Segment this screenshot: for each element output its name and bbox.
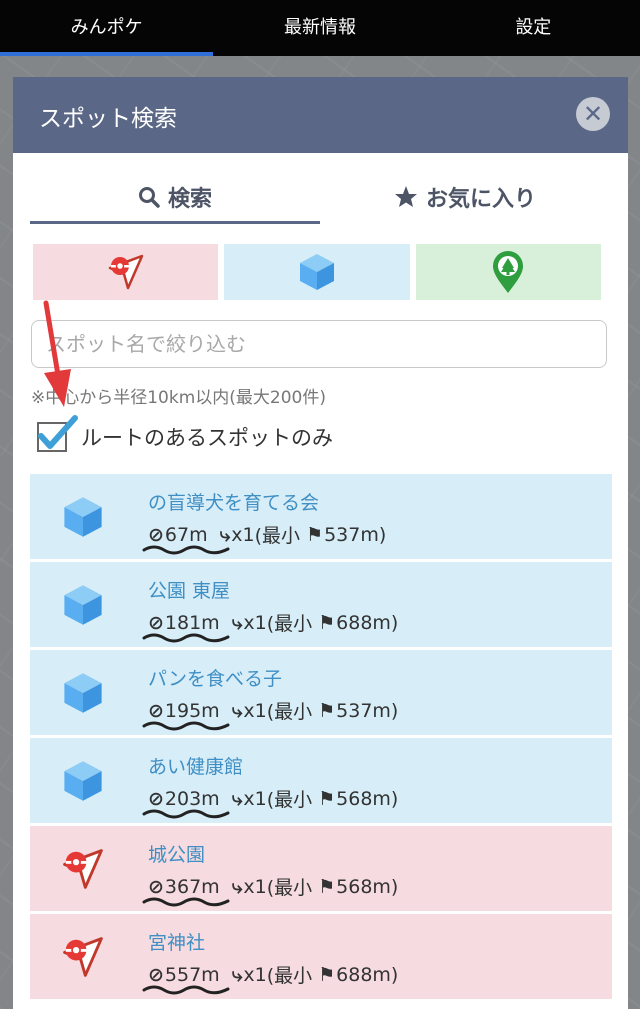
route-min-length: 568m): [336, 787, 399, 810]
spot-row[interactable]: の盲導犬を育てる会 ⊘ 67m ⤷ x1 (最小 ⚑ 537m): [30, 474, 612, 559]
gym-cube-icon: [299, 254, 334, 290]
redaction-scribble: [142, 985, 230, 995]
search-icon: [138, 187, 160, 208]
spot-results-list: の盲導犬を育てる会 ⊘ 67m ⤷ x1 (最小 ⚑ 537m) 公園 東屋 ⊘ 181m ⤷ x1 (最…: [30, 474, 612, 1002]
route-min-length: 688m): [336, 963, 399, 986]
route-min-prefix: (最小: [266, 789, 313, 811]
pokestop-icon: [63, 937, 103, 977]
spot-name[interactable]: 公園 東屋: [148, 576, 230, 603]
gym-cube-icon: [64, 497, 102, 537]
flag-icon: ⚑: [318, 963, 336, 986]
modal-header: スポット検索 ✕: [13, 77, 628, 153]
spot-row[interactable]: 城公園 ⊘ 367m ⤷ x1 (最小 ⚑ 568m): [30, 826, 612, 911]
nav-tab-news[interactable]: 最新情報: [213, 0, 426, 56]
spot-name[interactable]: パンを食べる子: [148, 664, 282, 691]
route-min-prefix: (最小: [266, 613, 313, 635]
gym-cube-icon: [64, 761, 102, 801]
gym-cube-icon: [64, 585, 102, 625]
route-min-prefix: (最小: [266, 877, 313, 899]
redaction-scribble: [142, 721, 230, 731]
type-filters: [33, 244, 601, 300]
route-min-length: 568m): [336, 875, 399, 898]
route-icon: ⤷: [231, 699, 243, 722]
route-count: x1: [243, 963, 267, 986]
route-min-length: 688m): [336, 611, 399, 634]
route-only-filter[interactable]: ルートのあるスポットのみ: [37, 415, 333, 452]
route-count: x1: [243, 875, 267, 898]
spot-name-search-input[interactable]: [31, 320, 607, 368]
route-icon: ⤷: [231, 611, 243, 634]
gym-cube-icon: [64, 673, 102, 713]
pokestop-icon: [108, 254, 143, 290]
redaction-scribble: [142, 897, 230, 907]
route-min-length: 537m): [324, 523, 387, 546]
route-min-length: 537m): [336, 699, 399, 722]
checkmark-icon: [38, 415, 78, 449]
tab-favorites[interactable]: お気に入り: [320, 173, 610, 221]
route-count: x1: [231, 523, 255, 546]
route-min-prefix: (最小: [266, 965, 313, 987]
spot-name[interactable]: 城公園: [148, 840, 205, 867]
flag-icon: ⚑: [318, 787, 336, 810]
route-icon: ⤷: [231, 787, 243, 810]
redaction-scribble: [142, 633, 230, 643]
nav-tab-settings[interactable]: 設定: [427, 0, 640, 56]
nav-tab-minpoke[interactable]: みんポケ: [0, 0, 214, 56]
tab-favorites-label: お気に入り: [425, 187, 536, 212]
search-radius-note: ※中心から半径10km以内(最大200件): [31, 388, 326, 408]
spot-row[interactable]: パンを食べる子 ⊘ 195m ⤷ x1 (最小 ⚑ 537m): [30, 650, 612, 735]
route-only-label: ルートのあるスポットのみ: [81, 426, 333, 450]
spot-name[interactable]: の盲導犬を育てる会: [148, 488, 319, 515]
modal-tabs: 検索 お気に入り: [30, 173, 610, 224]
modal-title: スポット検索: [39, 106, 177, 132]
route-min-prefix: (最小: [266, 701, 313, 723]
route-count: x1: [243, 699, 267, 722]
tab-search-label: 検索: [167, 187, 212, 212]
flag-icon: ⚑: [306, 523, 324, 546]
star-icon: [394, 186, 417, 207]
tab-search[interactable]: 検索: [30, 173, 320, 224]
filter-gym[interactable]: [224, 244, 410, 300]
route-count: x1: [243, 611, 267, 634]
park-pin-icon: [493, 251, 524, 293]
route-min-prefix: (最小: [254, 525, 301, 547]
flag-icon: ⚑: [318, 699, 336, 722]
route-only-checkbox[interactable]: [37, 415, 78, 452]
annotation-arrow: [43, 300, 71, 407]
spot-row[interactable]: あい健康館 ⊘ 203m ⤷ x1 (最小 ⚑ 568m): [30, 738, 612, 823]
spot-name[interactable]: あい健康館: [148, 752, 243, 779]
spot-row[interactable]: 公園 東屋 ⊘ 181m ⤷ x1 (最小 ⚑ 688m): [30, 562, 612, 647]
pokestop-icon: [63, 849, 103, 889]
route-count: x1: [243, 787, 267, 810]
route-icon: ⤷: [231, 963, 243, 986]
redaction-scribble: [142, 545, 230, 555]
flag-icon: ⚑: [318, 611, 336, 634]
spot-search-modal: スポット検索 ✕ 検索 お気に入り スポット名で絞り込む ※中心から半径10km…: [13, 77, 628, 1009]
filter-pokestop[interactable]: [33, 244, 219, 300]
filter-park[interactable]: [415, 244, 601, 300]
flag-icon: ⚑: [318, 875, 336, 898]
route-icon: ⤷: [231, 875, 243, 898]
spot-row[interactable]: 宮神社 ⊘ 557m ⤷ x1 (最小 ⚑ 688m): [30, 914, 612, 999]
redaction-scribble: [142, 809, 230, 819]
spot-name[interactable]: 宮神社: [148, 928, 205, 955]
close-button[interactable]: ✕: [576, 97, 610, 131]
top-nav: みんポケ 最新情報 設定: [0, 0, 640, 56]
